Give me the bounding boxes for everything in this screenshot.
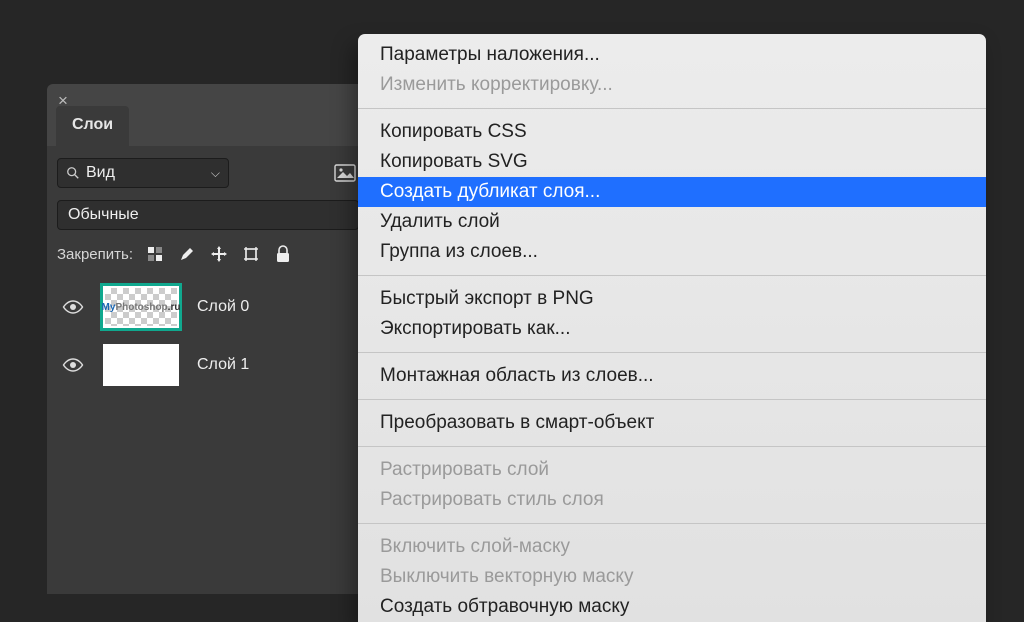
menu-separator: [358, 108, 986, 109]
layer-row[interactable]: MyPhotoshop.ru Слой 0: [57, 282, 359, 332]
layers-list: MyPhotoshop.ru Слой 0 Слой 1: [57, 282, 359, 390]
lock-transparent-icon[interactable]: [145, 244, 165, 264]
lock-row: Закрепить:: [57, 242, 359, 268]
layer-thumbnail[interactable]: [103, 344, 179, 386]
blend-label: Обычные: [68, 206, 139, 224]
menu-enable-layer-mask: Включить слой-маску: [358, 532, 986, 562]
menu-separator: [358, 399, 986, 400]
menu-quick-export-png[interactable]: Быстрый экспорт в PNG: [358, 284, 986, 314]
layer-row[interactable]: Слой 1: [57, 340, 359, 390]
menu-disable-vector-mask: Выключить векторную маску: [358, 562, 986, 592]
menu-rasterize-layer: Растрировать слой: [358, 455, 986, 485]
blend-row: Обычные: [57, 200, 359, 230]
menu-copy-svg[interactable]: Копировать SVG: [358, 147, 986, 177]
menu-rasterize-style: Растрировать стиль слоя: [358, 485, 986, 515]
lock-all-icon[interactable]: [273, 244, 293, 264]
menu-separator: [358, 523, 986, 524]
search-icon: [66, 166, 80, 180]
lock-icons: [145, 244, 293, 264]
panel-body: Вид ⌵ Обычные Закрепить:: [47, 146, 369, 594]
menu-separator: [358, 446, 986, 447]
menu-artboard-from-layers[interactable]: Монтажная область из слоев...: [358, 361, 986, 391]
menu-duplicate-layer[interactable]: Создать дубликат слоя...: [358, 177, 986, 207]
menu-separator: [358, 275, 986, 276]
layer-kind-select[interactable]: Вид ⌵: [57, 158, 229, 188]
menu-copy-css[interactable]: Копировать CSS: [358, 117, 986, 147]
blend-mode-select[interactable]: Обычные: [57, 200, 359, 230]
filter-row: Вид ⌵: [57, 158, 359, 188]
kind-label: Вид: [86, 164, 115, 182]
panel-tabs: Слои: [47, 106, 369, 146]
menu-delete-layer[interactable]: Удалить слой: [358, 207, 986, 237]
lock-brush-icon[interactable]: [177, 244, 197, 264]
menu-export-as[interactable]: Экспортировать как...: [358, 314, 986, 344]
layers-panel: × Слои Вид ⌵ Обычные Закрепить:: [47, 84, 369, 594]
layer-context-menu: Параметры наложения... Изменить корректи…: [358, 34, 986, 622]
layer-name[interactable]: Слой 1: [197, 356, 359, 374]
lock-artboard-icon[interactable]: [241, 244, 261, 264]
visibility-icon[interactable]: [61, 357, 85, 373]
filter-image-icon[interactable]: [331, 161, 359, 185]
menu-convert-smart-object[interactable]: Преобразовать в смарт-объект: [358, 408, 986, 438]
tab-layers[interactable]: Слои: [56, 106, 129, 146]
visibility-icon[interactable]: [61, 299, 85, 315]
menu-group-from-layers[interactable]: Группа из слоев...: [358, 237, 986, 267]
panel-close-icon[interactable]: ×: [58, 92, 68, 109]
layer-name[interactable]: Слой 0: [197, 298, 359, 316]
lock-move-icon[interactable]: [209, 244, 229, 264]
menu-edit-adjustment: Изменить корректировку...: [358, 70, 986, 100]
lock-label: Закрепить:: [57, 246, 133, 263]
menu-create-clipping-mask[interactable]: Создать обтравочную маску: [358, 592, 986, 622]
chevron-down-icon: ⌵: [211, 166, 220, 181]
menu-blending-options[interactable]: Параметры наложения...: [358, 40, 986, 70]
menu-separator: [358, 352, 986, 353]
layer-thumbnail[interactable]: MyPhotoshop.ru: [103, 286, 179, 328]
